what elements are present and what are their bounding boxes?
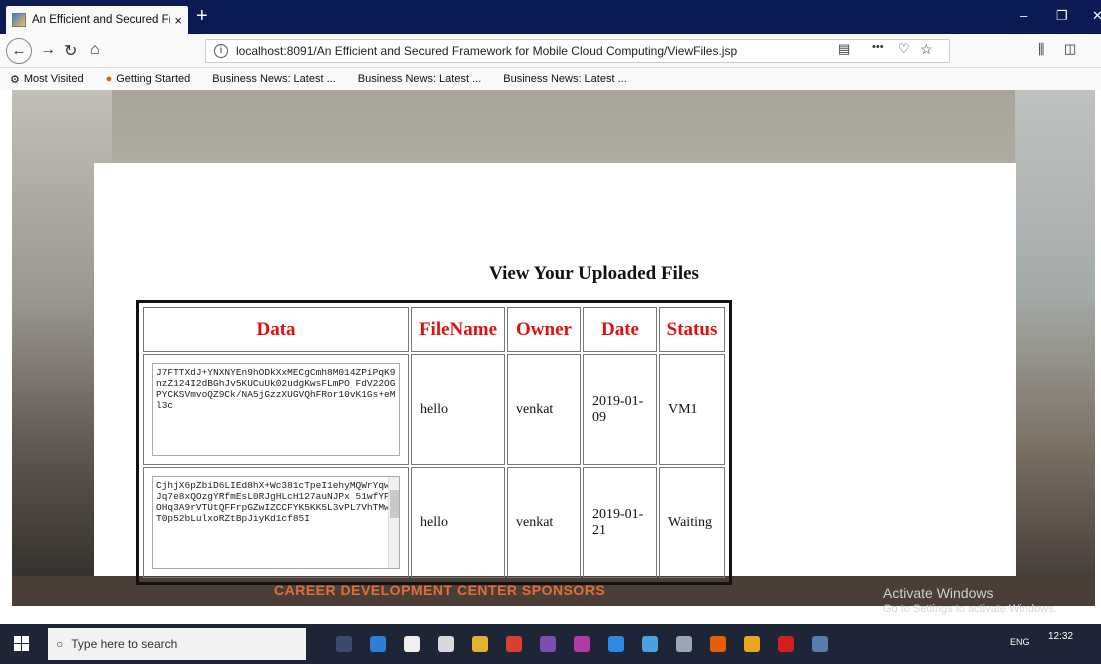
windows-taskbar: ○ Type here to search ENG 12:32 — [0, 624, 1101, 664]
content-panel: View Your Uploaded Files Data FileName O… — [94, 163, 1016, 585]
encrypted-data-textarea[interactable]: CjhjX6pZbiD6LIEd8hX+Wc381cTpeI1ehyMQWrYq… — [152, 476, 400, 569]
browser-title-bar: An Efficient and Secured Frame × + – ❐ ✕ — [0, 0, 1101, 34]
edge-icon[interactable] — [370, 636, 386, 652]
reader-view-icon[interactable]: ▤ — [838, 41, 850, 57]
date-cell: 2019-01-21 — [583, 467, 657, 578]
app-icon[interactable] — [642, 636, 658, 652]
page-content: CAREER DEVELOPMENT CENTER SPONSORS View … — [12, 90, 1095, 606]
app-icon[interactable] — [438, 636, 454, 652]
files-table: Data FileName Owner Date Status J7FTTXdJ… — [136, 300, 732, 585]
search-icon: ○ — [56, 637, 64, 651]
column-header-owner: Owner — [507, 307, 581, 352]
app-icon[interactable] — [744, 636, 760, 652]
bookmark-getting-started[interactable]: ● Getting Started — [106, 73, 191, 85]
page-actions-icon[interactable]: ••• — [872, 41, 884, 53]
column-header-date: Date — [583, 307, 657, 352]
close-tab-icon[interactable]: × — [174, 13, 182, 28]
app-icon[interactable] — [574, 636, 590, 652]
chrome-icon[interactable] — [506, 636, 522, 652]
date-cell: 2019-01-09 — [583, 354, 657, 465]
status-cell: Waiting — [659, 467, 725, 578]
status-cell: VM1 — [659, 354, 725, 465]
app-icon[interactable] — [812, 636, 828, 652]
gear-icon: ⚙ — [10, 73, 20, 86]
file-explorer-icon[interactable] — [472, 636, 488, 652]
table-row: J7FTTXdJ+YNXNYEn9hODkXxMECgCmh8M014ZPiPq… — [143, 354, 725, 465]
language-indicator[interactable]: ENG — [1010, 637, 1030, 647]
forward-arrow-icon[interactable]: → — [40, 41, 56, 59]
textarea-scrollbar[interactable] — [388, 477, 399, 568]
filename-cell: hello — [411, 467, 505, 578]
encrypted-data-textarea[interactable]: J7FTTXdJ+YNXNYEn9hODkXxMECgCmh8M014ZPiPq… — [152, 363, 400, 456]
bookmark-business-news-3[interactable]: Business News: Latest ... — [503, 73, 627, 85]
table-header-row: Data FileName Owner Date Status — [143, 307, 725, 352]
bookmark-label: Business News: Latest ... — [503, 73, 627, 85]
store-icon[interactable] — [404, 636, 420, 652]
background-photo-right — [1015, 90, 1095, 606]
windows-start-icon[interactable] — [14, 636, 30, 652]
encrypted-data-text: CjhjX6pZbiD6LIEd8hX+Wc381cTpeI1ehyMQWrYq… — [156, 480, 396, 524]
activate-windows-subtext: Go to Settings to activate Windows. — [883, 603, 1057, 615]
app-icon[interactable] — [540, 636, 556, 652]
sidebar-icon[interactable]: ◫ — [1064, 41, 1076, 57]
tab-title: An Efficient and Secured Frame — [32, 14, 170, 26]
scrollbar-thumb[interactable] — [390, 490, 399, 518]
firefox-icon[interactable] — [710, 636, 726, 652]
bookmark-label: Getting Started — [116, 73, 191, 85]
app-icon[interactable] — [608, 636, 624, 652]
new-tab-button[interactable]: + — [196, 6, 208, 26]
column-header-filename: FileName — [411, 307, 505, 352]
navigation-bar: ← → ↻ ⌂ i localhost:8091/An Efficient an… — [0, 34, 1101, 68]
page-title: View Your Uploaded Files — [489, 263, 699, 284]
data-cell: CjhjX6pZbiD6LIEd8hX+Wc381cTpeI1ehyMQWrYq… — [143, 467, 409, 578]
close-window-button[interactable]: ✕ — [1092, 8, 1101, 24]
bookmark-most-visited[interactable]: ⚙ Most Visited — [10, 73, 84, 86]
search-placeholder: Type here to search — [71, 637, 178, 651]
bookmark-label: Most Visited — [23, 73, 84, 85]
firefox-icon: ● — [105, 73, 113, 85]
column-header-status: Status — [659, 307, 725, 352]
owner-cell: venkat — [507, 467, 581, 578]
task-view-icon[interactable] — [336, 636, 352, 652]
site-favicon-icon — [12, 13, 26, 27]
back-arrow-icon[interactable]: ← — [6, 38, 32, 64]
minimize-button[interactable]: – — [1020, 8, 1027, 23]
library-icon[interactable]: ⫼ — [1038, 41, 1044, 58]
filename-cell: hello — [411, 354, 505, 465]
app-icon[interactable] — [778, 636, 794, 652]
reload-icon[interactable]: ↻ — [64, 41, 77, 61]
site-info-icon[interactable]: i — [214, 44, 228, 58]
browser-tab[interactable]: An Efficient and Secured Frame × — [6, 6, 188, 34]
url-text[interactable]: localhost:8091/An Efficient and Secured … — [236, 44, 941, 58]
bookmark-label: Business News: Latest ... — [212, 73, 336, 85]
bookmark-business-news-1[interactable]: Business News: Latest ... — [212, 73, 336, 85]
table-row: CjhjX6pZbiD6LIEd8hX+Wc381cTpeI1ehyMQWrYq… — [143, 467, 725, 578]
maximize-button[interactable]: ❐ — [1056, 8, 1068, 24]
taskbar-search-box[interactable]: ○ Type here to search — [48, 628, 306, 660]
app-icon[interactable] — [676, 636, 692, 652]
owner-cell: venkat — [507, 354, 581, 465]
pocket-icon[interactable]: ♡ — [898, 41, 910, 57]
bookmark-star-icon[interactable]: ☆ — [920, 41, 933, 58]
home-icon[interactable]: ⌂ — [90, 41, 100, 59]
bookmarks-toolbar: ⚙ Most Visited ● Getting Started Busines… — [0, 68, 1101, 90]
taskbar-clock[interactable]: 12:32 — [1048, 630, 1073, 644]
data-cell: J7FTTXdJ+YNXNYEn9hODkXxMECgCmh8M014ZPiPq… — [143, 354, 409, 465]
activate-windows-watermark: Activate Windows — [883, 585, 994, 601]
bookmark-label: Business News: Latest ... — [357, 73, 482, 85]
column-header-data: Data — [143, 307, 409, 352]
bookmark-business-news-2[interactable]: Business News: Latest ... — [358, 73, 482, 85]
clock-time: 12:32 — [1048, 631, 1074, 642]
